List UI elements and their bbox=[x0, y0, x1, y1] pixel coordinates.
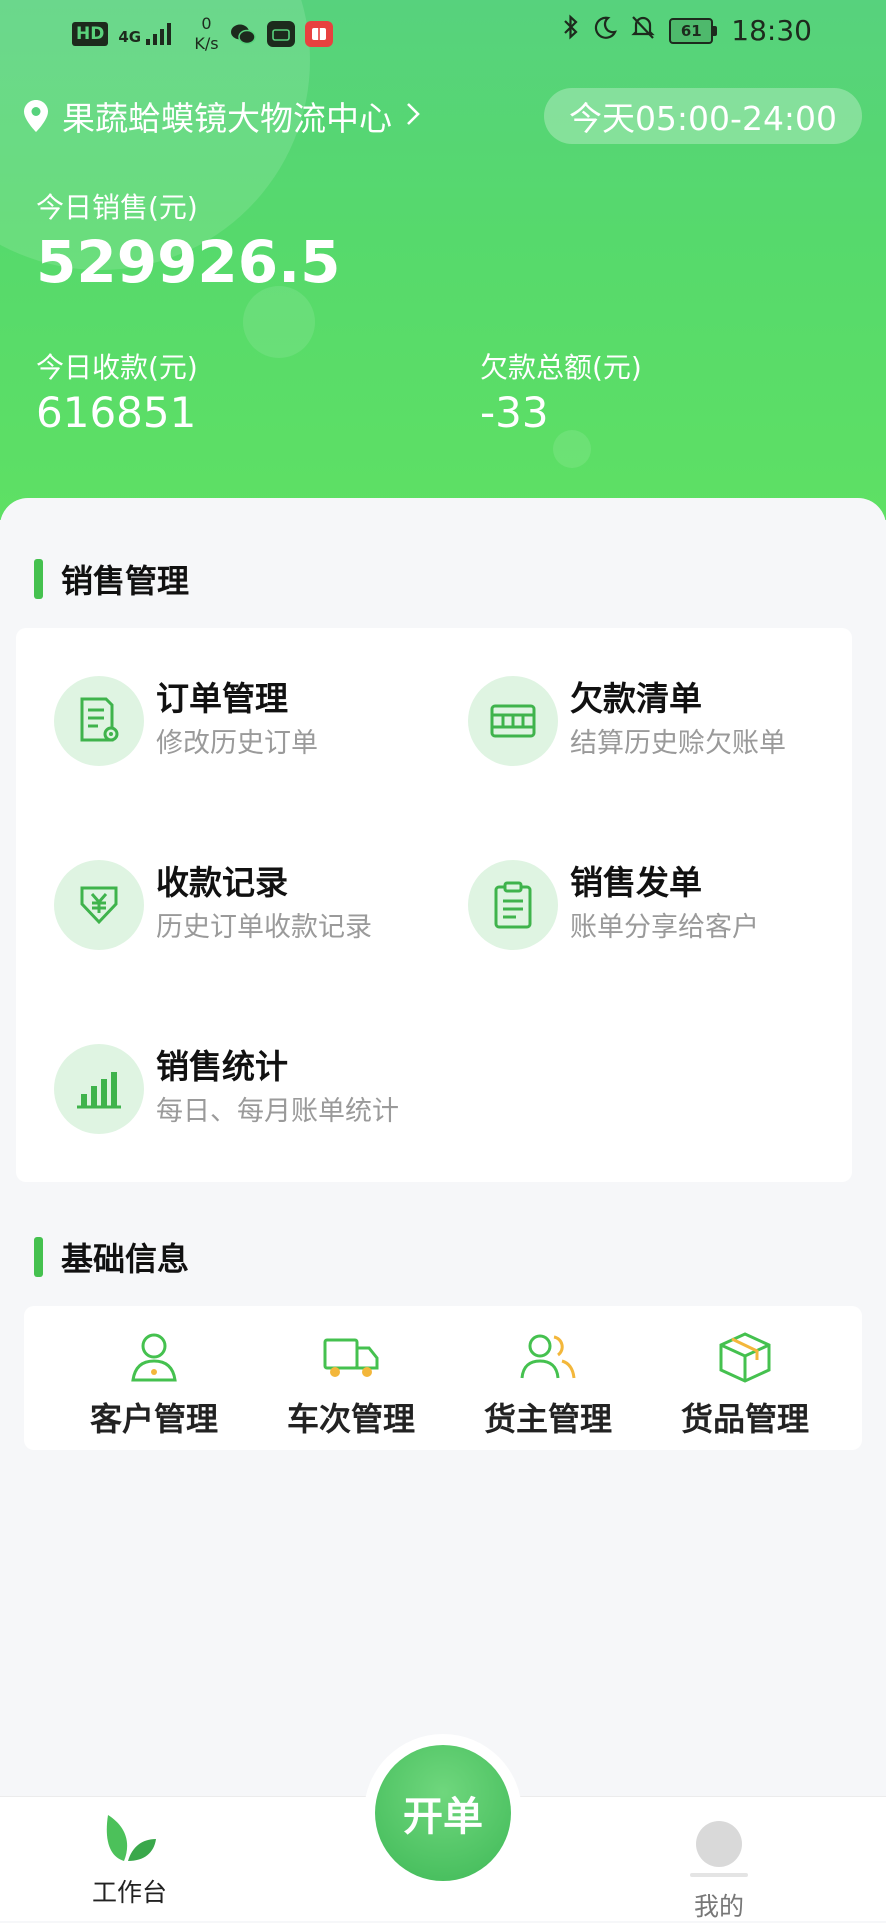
truck-icon bbox=[323, 1338, 379, 1377]
clock: 18:30 bbox=[731, 14, 812, 47]
menu-item-order-management[interactable]: 订单管理 修改历史订单 bbox=[54, 676, 318, 766]
nav-tab-mine[interactable]: 我的 bbox=[690, 1811, 748, 1923]
yuan-receive-icon bbox=[54, 860, 144, 950]
menu-item-title: 订单管理 bbox=[156, 679, 288, 718]
wechat-icon bbox=[229, 21, 257, 47]
info-item-goods-management[interactable]: 货品管理 bbox=[645, 1306, 845, 1440]
total-debt-label: 欠款总额(元) bbox=[480, 351, 642, 384]
business-hours-badge[interactable]: 今天05:00-24:00 bbox=[544, 88, 862, 144]
menu-item-subtitle: 结算历史赊欠账单 bbox=[570, 728, 786, 759]
info-item-label: 车次管理 bbox=[286, 1400, 415, 1438]
battery-level: 61 bbox=[669, 17, 714, 44]
menu-item-title: 销售统计 bbox=[156, 1047, 288, 1086]
section-title-text: 基础信息 bbox=[61, 1240, 190, 1278]
received-today-value: 616851 bbox=[36, 388, 197, 437]
section-accent-bar bbox=[34, 1237, 43, 1277]
received-today-label: 今日收款(元) bbox=[36, 351, 198, 384]
user-avatar-icon bbox=[690, 1821, 748, 1877]
moon-icon bbox=[593, 14, 618, 47]
status-bar: HD 4G 0 K/s 61 18:30 bbox=[0, 0, 886, 66]
location-selector[interactable]: 果蔬蛤蟆镜大物流中心 bbox=[24, 92, 434, 140]
info-item-customer-management[interactable]: 客户管理 bbox=[54, 1306, 254, 1440]
menu-item-title: 销售发单 bbox=[570, 863, 702, 902]
menu-item-subtitle: 每日、每月账单统计 bbox=[156, 1096, 399, 1127]
reader-icon bbox=[304, 21, 333, 47]
menu-item-sales-statistics[interactable]: 销售统计 每日、每月账单统计 bbox=[54, 1044, 399, 1134]
decor-bubble bbox=[243, 286, 315, 358]
net-speed-value: 0 bbox=[201, 14, 212, 33]
menu-item-sales-dispatch[interactable]: 销售发单 账单分享给客户 bbox=[468, 860, 759, 950]
debt-card-icon bbox=[468, 676, 558, 766]
nav-tab-label: 工作台 bbox=[92, 1878, 168, 1907]
decor-bubble bbox=[553, 430, 591, 468]
owners-icon bbox=[520, 1334, 576, 1379]
chevron-right-icon bbox=[406, 99, 434, 134]
hd-indicator: HD bbox=[72, 22, 109, 46]
menu-item-title: 欠款清单 bbox=[570, 679, 702, 718]
mute-bell-icon bbox=[631, 14, 655, 47]
menu-item-title: 收款记录 bbox=[156, 863, 288, 902]
section-title-basic-info: 基础信息 bbox=[34, 1234, 189, 1280]
menu-item-subtitle: 账单分享给客户 bbox=[570, 912, 759, 943]
menu-item-debt-list[interactable]: 欠款清单 结算历史赊欠账单 bbox=[468, 676, 786, 766]
store-icon bbox=[266, 21, 295, 47]
menu-item-subtitle: 历史订单收款记录 bbox=[156, 912, 372, 943]
customer-icon bbox=[131, 1333, 177, 1382]
nav-tab-label: 我的 bbox=[694, 1892, 745, 1921]
clipboard-icon bbox=[468, 860, 558, 950]
bar-chart-icon bbox=[54, 1044, 144, 1134]
battery-icon: 61 bbox=[669, 17, 718, 44]
section-accent-bar bbox=[34, 559, 43, 599]
menu-item-receipt-records[interactable]: 收款记录 历史订单收款记录 bbox=[54, 860, 372, 950]
net-speed-unit: K/s bbox=[194, 34, 219, 53]
info-item-trip-management[interactable]: 车次管理 bbox=[251, 1306, 451, 1440]
total-debt-value: -33 bbox=[480, 388, 549, 437]
info-item-label: 货品管理 bbox=[680, 1400, 809, 1438]
create-order-button[interactable]: 开单 bbox=[375, 1745, 511, 1881]
section-title-text: 销售管理 bbox=[61, 562, 190, 600]
sales-management-card: 订单管理 修改历史订单 欠款清单 结算历史赊欠账单 收款记录 历史订单收款记录 … bbox=[16, 628, 852, 1182]
box-icon bbox=[719, 1332, 771, 1383]
order-document-icon bbox=[54, 676, 144, 766]
sales-today-value: 529926.5 bbox=[36, 228, 341, 296]
network-type: 4G bbox=[118, 28, 142, 46]
net-speed: 0 K/s bbox=[194, 14, 218, 54]
section-title-sales: 销售管理 bbox=[34, 556, 189, 602]
info-item-owner-management[interactable]: 货主管理 bbox=[448, 1306, 648, 1440]
signal-icon: 4G bbox=[118, 23, 172, 45]
sales-today-label: 今日销售(元) bbox=[36, 191, 198, 224]
header-banner: HD 4G 0 K/s 61 18:30 果蔬蛤蟆镜大物流中心 今天05:00-… bbox=[0, 0, 886, 520]
menu-item-subtitle: 修改历史订单 bbox=[156, 728, 318, 759]
bluetooth-icon bbox=[563, 14, 579, 47]
info-item-label: 货主管理 bbox=[483, 1400, 612, 1438]
basic-info-card: 客户管理 车次管理 货主管理 货品管理 bbox=[24, 1306, 862, 1450]
location-name: 果蔬蛤蟆镜大物流中心 bbox=[62, 99, 392, 138]
info-item-label: 客户管理 bbox=[89, 1400, 218, 1438]
location-pin-icon bbox=[24, 100, 48, 132]
leaf-icon bbox=[106, 1815, 156, 1861]
nav-tab-workbench[interactable]: 工作台 bbox=[92, 1811, 167, 1909]
